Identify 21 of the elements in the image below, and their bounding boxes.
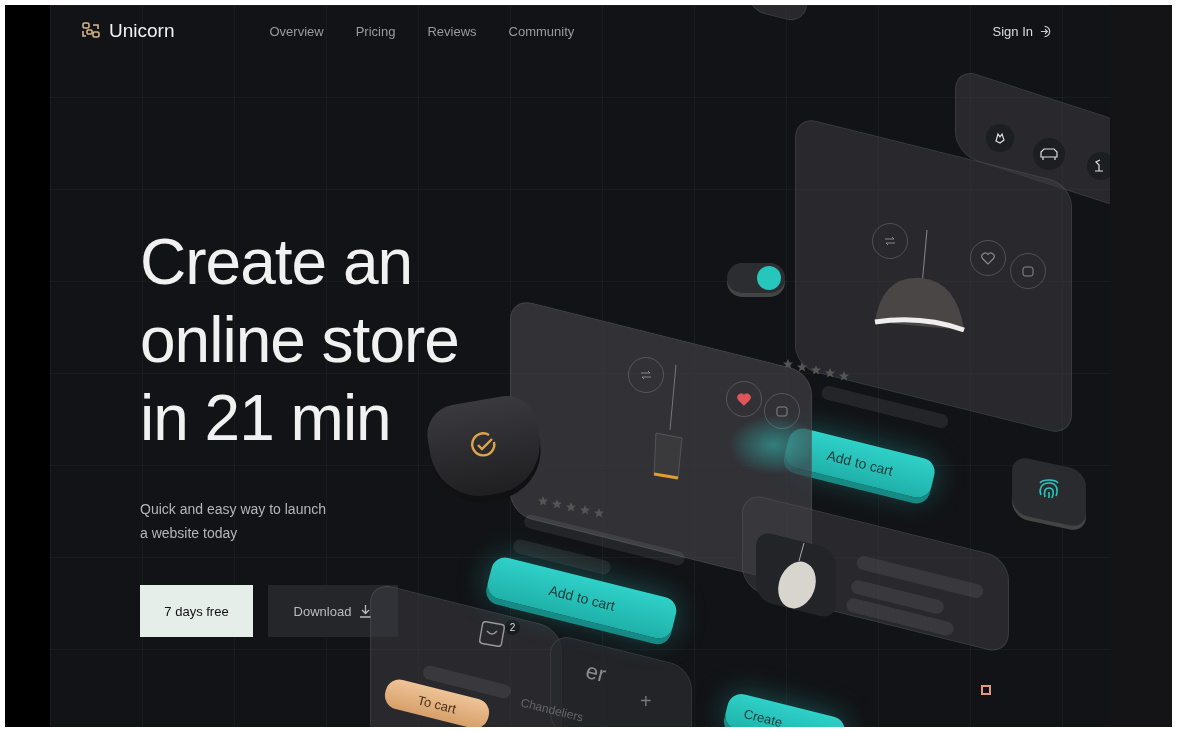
sofa-icon (1032, 137, 1066, 171)
add-category-button[interactable]: + (640, 690, 652, 713)
logo-icon (82, 22, 100, 40)
download-button[interactable]: Download (268, 585, 398, 637)
heart-icon (737, 392, 751, 406)
heart-icon (981, 251, 995, 265)
hero-title: Create an online store in 21 min (140, 225, 459, 456)
hero-subtitle: Quick and easy way to launch a website today (140, 500, 327, 543)
nav-link[interactable]: Overview (269, 23, 324, 39)
nav-link[interactable]: Community (508, 23, 575, 39)
diamond-marker-icon (981, 685, 991, 695)
download-icon (359, 604, 373, 618)
cart-count-badge: 2 (505, 620, 520, 635)
free-trial-button[interactable]: 7 days free (140, 585, 253, 637)
brand-name: Unicorn (109, 20, 175, 42)
timer-check-icon (468, 430, 498, 460)
sign-in-button[interactable]: Sign In (992, 23, 1052, 39)
category-title: er (583, 658, 609, 688)
nav-link[interactable]: Reviews (427, 23, 477, 39)
sign-in-icon (1039, 24, 1052, 38)
nav-link[interactable]: Pricing (355, 23, 396, 39)
